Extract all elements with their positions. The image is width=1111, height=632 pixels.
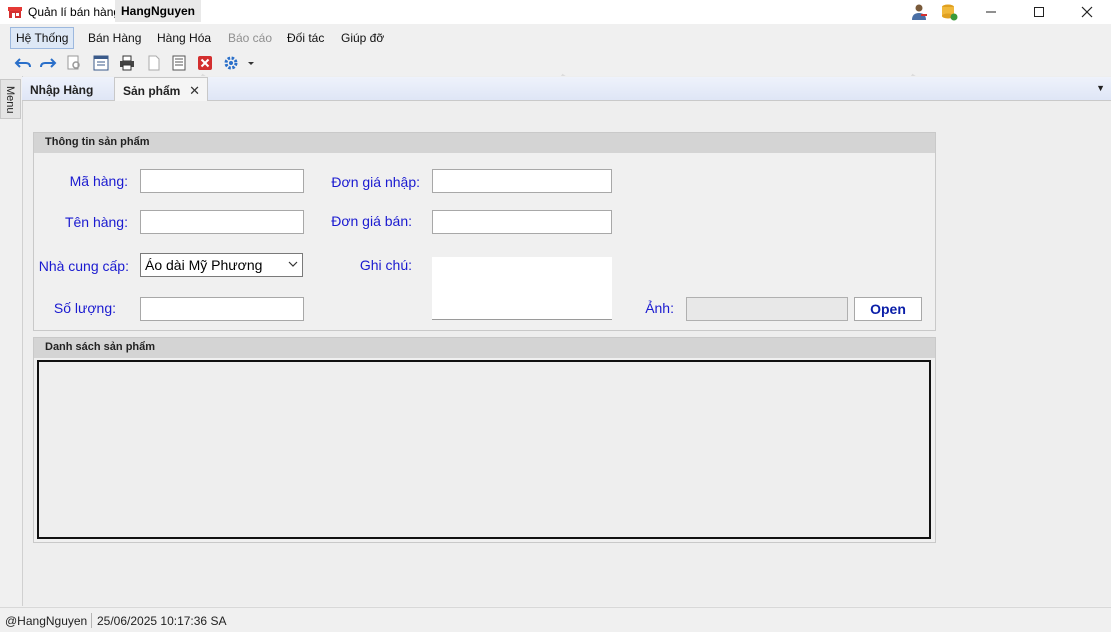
menu-hang-hoa[interactable]: Hàng Hóa: [151, 27, 217, 49]
status-user: @HangNguyen: [5, 614, 88, 628]
title-bar: Quản lí bán hàng HangNguyen: [0, 0, 1111, 24]
status-bar: @HangNguyen 25/06/2025 10:17:36 SA: [0, 607, 1111, 632]
product-list-grid[interactable]: [37, 360, 931, 539]
user-key-icon[interactable]: [910, 3, 928, 21]
side-menu-tab[interactable]: Menu: [0, 79, 21, 119]
menu-giup-do[interactable]: Giúp đỡ: [335, 27, 390, 49]
print-icon[interactable]: [118, 54, 136, 72]
list-icon[interactable]: [170, 54, 188, 72]
close-icon: [1081, 6, 1093, 18]
menu-bar: Hệ Thống Bán Hàng Hàng Hóa Báo cáo Đối t…: [0, 26, 1111, 50]
tab-close-icon[interactable]: ✕: [189, 83, 200, 99]
maximize-button[interactable]: [1016, 0, 1062, 24]
undo-icon[interactable]: [14, 54, 32, 72]
ten-hang-input[interactable]: [140, 210, 304, 234]
product-info-header: Thông tin sản phẩm: [34, 133, 935, 153]
anh-label: Ảnh:: [645, 300, 674, 316]
tab-san-pham[interactable]: Sản phẩm ✕: [114, 77, 208, 101]
so-luong-input[interactable]: [140, 297, 304, 321]
menu-doi-tac[interactable]: Đối tác: [281, 27, 330, 49]
nha-cung-cap-label: Nhà cung cấp:: [38, 258, 129, 274]
anh-path-input: [686, 297, 848, 321]
ma-hang-input[interactable]: [140, 169, 304, 193]
document-tabs: Nhập Hàng Sản phẩm ✕ ▼: [22, 77, 1111, 101]
chevron-down-icon: [288, 261, 298, 267]
page-icon[interactable]: [145, 54, 163, 72]
minimize-icon: [986, 11, 996, 13]
status-separator: [91, 613, 92, 628]
don-gia-ban-label: Đơn giá bán:: [331, 213, 412, 229]
redo-icon[interactable]: [39, 54, 57, 72]
delete-icon[interactable]: [196, 54, 214, 72]
menu-he-thong[interactable]: Hệ Thống: [10, 27, 75, 49]
ten-hang-label: Tên hàng:: [64, 214, 128, 230]
ghi-chu-textarea[interactable]: [432, 257, 612, 320]
product-list-header: Danh sách sản phẩm: [34, 338, 935, 358]
tab-san-pham-label: Sản phẩm: [123, 84, 181, 98]
don-gia-nhap-input[interactable]: [432, 169, 612, 193]
app-title: Quản lí bán hàng: [28, 5, 121, 19]
so-luong-label: Số lượng:: [53, 300, 116, 316]
minimize-button[interactable]: [968, 0, 1014, 24]
toolbar: [0, 51, 1111, 75]
open-button[interactable]: Open: [854, 297, 922, 321]
nha-cung-cap-value: Áo dài Mỹ Phương: [145, 257, 263, 273]
maximize-icon: [1034, 7, 1044, 17]
tab-dropdown-icon[interactable]: ▼: [1096, 83, 1105, 93]
database-icon[interactable]: [940, 3, 958, 21]
don-gia-ban-input[interactable]: [432, 210, 612, 234]
user-tab[interactable]: HangNguyen: [115, 0, 202, 22]
close-button[interactable]: [1064, 0, 1110, 24]
don-gia-nhap-label: Đơn giá nhập:: [331, 174, 420, 190]
nha-cung-cap-select[interactable]: Áo dài Mỹ Phương: [140, 253, 303, 277]
settings-icon[interactable]: [222, 54, 240, 72]
ma-hang-label: Mã hàng:: [69, 173, 128, 189]
menu-bao-cao[interactable]: Báo cáo: [222, 27, 278, 49]
ghi-chu-label: Ghi chú:: [359, 257, 412, 273]
side-menu-label: Menu: [4, 86, 16, 114]
shop-icon: [8, 7, 22, 18]
preview-icon[interactable]: [65, 54, 83, 72]
menu-ban-hang[interactable]: Bán Hàng: [82, 27, 147, 49]
tab-nhap-hang[interactable]: Nhập Hàng: [22, 77, 114, 101]
status-datetime: 25/06/2025 10:17:36 SA: [97, 614, 227, 628]
chevron-down-icon[interactable]: [245, 54, 257, 72]
form-icon[interactable]: [92, 54, 110, 72]
